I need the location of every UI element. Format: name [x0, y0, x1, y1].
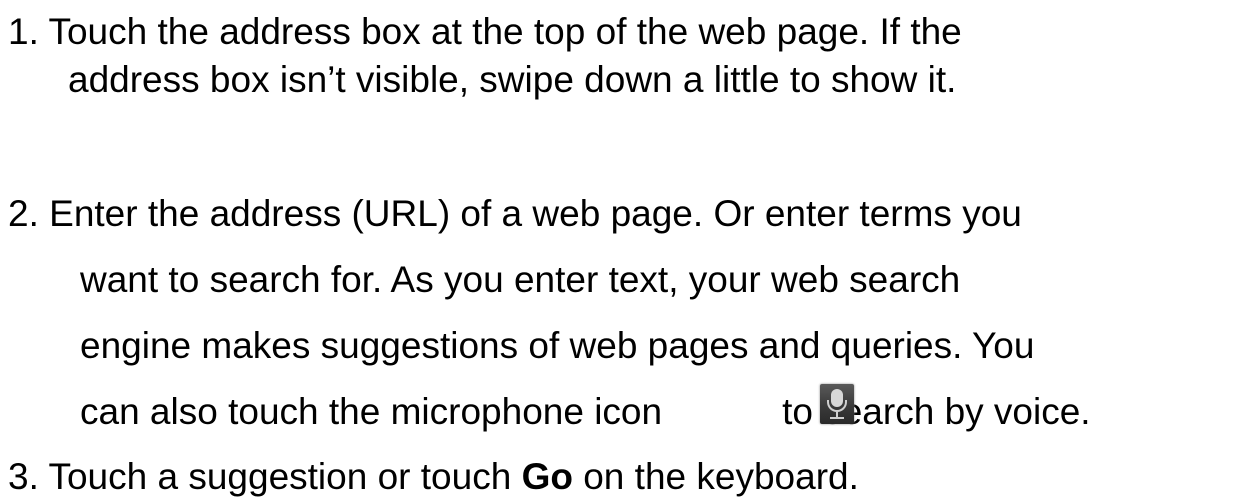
step-3-line-1: 3. Touch a suggestion or touch Go on the… — [8, 455, 859, 499]
step-3-prefix: 3. Touch a suggestion or touch — [8, 456, 522, 497]
step-3-suffix: on the keyboard. — [572, 456, 859, 497]
microphone-base — [830, 417, 844, 419]
microphone-stand — [827, 400, 847, 412]
step-2-line-4-text-before-icon: can also touch the microphone icon — [80, 391, 663, 432]
go-key-label: Go — [521, 456, 573, 497]
step-1-line-2: address box isn’t visible, swipe down a … — [68, 59, 957, 100]
step-2-line-1: 2. Enter the address (URL) of a web page… — [8, 193, 1022, 234]
microphone-icon — [820, 384, 854, 424]
step-2-line-2: want to search for. As you enter text, y… — [80, 259, 961, 300]
step-1-line-1: 1. Touch the address box at the top of t… — [8, 11, 962, 52]
step-2-line-3: engine makes suggestions of web pages an… — [80, 325, 1035, 366]
step-2-line-4: can also touch the microphone icon to sea… — [80, 390, 1091, 434]
